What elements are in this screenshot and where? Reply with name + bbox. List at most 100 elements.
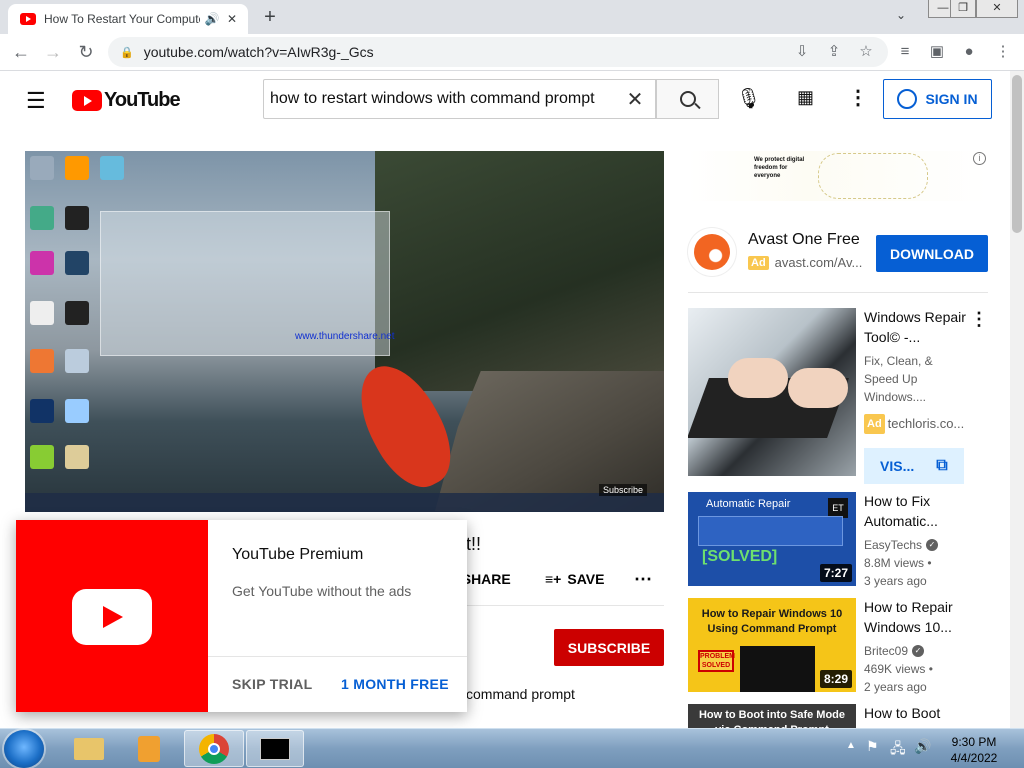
forward-arrow-icon[interactable]: → [41, 40, 65, 64]
premium-description: Get YouTube without the ads [232, 583, 412, 599]
skip-trial-button[interactable]: SKIP TRIAL [232, 676, 313, 692]
profile-icon[interactable]: ● [957, 40, 981, 64]
more-options-icon[interactable]: ⋮ [970, 309, 988, 330]
microphone-icon[interactable]: 🎙 [736, 86, 761, 111]
desktop-chrome-icon [30, 206, 54, 230]
video-thumbnail[interactable] [688, 308, 856, 476]
visit-site-button[interactable]: VIS... ⧉ [864, 448, 964, 484]
month-free-button[interactable]: 1 MONTH FREE [341, 676, 449, 692]
settings-kebab-icon[interactable]: ⋮ [848, 85, 868, 110]
media-queue-icon[interactable]: ≡ [893, 40, 917, 64]
youtube-play-icon [72, 589, 152, 645]
search-input[interactable]: how to restart windows with command prom… [263, 79, 656, 119]
related-video-title[interactable]: How to Boot [864, 703, 974, 723]
related-video-meta: Speed Up [864, 372, 918, 386]
desktop-recycle-bin-icon [30, 156, 54, 180]
related-video-title[interactable]: How to Repair Windows 10... [864, 597, 974, 637]
sign-in-label: SIGN IN [925, 91, 978, 107]
video-player[interactable]: www.thundershare.net Subscribe [25, 151, 664, 512]
desktop-app-icon [65, 251, 89, 275]
desktop-games-icon [30, 445, 54, 469]
chrome-menu-icon[interactable]: ⋮ [991, 40, 1015, 64]
download-button[interactable]: DOWNLOAD [876, 235, 988, 272]
thumbnail-dialog [698, 516, 843, 546]
ad-url-row: Ad avast.com/Av... [748, 255, 862, 270]
browser-tab[interactable]: How To Restart Your Computer Using Comma… [8, 4, 248, 34]
related-video-title[interactable]: Windows Repair Tool© -... [864, 307, 974, 347]
channel-name[interactable]: Britec09 [864, 642, 908, 660]
share-icon[interactable]: ⇪ [822, 40, 846, 64]
new-tab-button[interactable]: + [258, 6, 282, 29]
apps-grid-icon[interactable]: ▦ [797, 87, 814, 108]
back-arrow-icon[interactable]: ← [9, 40, 33, 64]
thumbnail-stamp: [SOLVED] [702, 548, 778, 565]
desktop-firefox-icon [30, 349, 54, 373]
start-button[interactable] [4, 730, 44, 768]
lock-icon: 🔒 [120, 46, 134, 59]
verified-check-icon: ✓ [926, 539, 939, 551]
browser-tab-strip: How To Restart Your Computer Using Comma… [0, 0, 1024, 34]
ad-banner-illustration [818, 153, 928, 199]
video-duration: 7:27 [819, 564, 852, 582]
restore-button[interactable]: ❐ [950, 0, 976, 18]
video-taskbar [25, 493, 664, 512]
volume-icon[interactable]: 🔊 [914, 738, 931, 755]
video-thumbnail[interactable]: How to Repair Windows 10 Using Command P… [688, 598, 856, 692]
more-actions-icon[interactable]: ⋯ [634, 569, 652, 589]
bookmark-star-icon[interactable]: ☆ [854, 40, 878, 64]
video-subscribe-overlay[interactable]: Subscribe [599, 484, 648, 496]
channel-row: Britec09 ✓ [864, 642, 974, 660]
channel-name[interactable]: EasyTechs [864, 536, 922, 554]
save-label: SAVE [567, 571, 605, 587]
tab-search-chevron-icon[interactable]: ⌄ [896, 8, 906, 22]
thumbnail-text: How to Boot into Safe Mode via Command P… [698, 709, 846, 728]
clear-search-icon[interactable]: ✕ [615, 87, 655, 112]
avast-logo-icon [688, 228, 736, 276]
folder-icon [74, 738, 104, 760]
taskbar-explorer-button[interactable] [62, 730, 118, 767]
address-bar[interactable]: 🔒 youtube.com/watch?v=AIwR3g-_Gcs [108, 37, 888, 67]
taskbar-clock[interactable]: 9:30 PM 4/4/2022 [944, 734, 1004, 766]
hand-image [788, 368, 848, 408]
hamburger-menu-icon[interactable]: ☰ [26, 88, 46, 114]
youtube-logo[interactable]: YouTube [72, 89, 181, 112]
close-tab-icon[interactable]: ✕ [224, 12, 240, 26]
video-thumbnail[interactable]: How to Boot into Safe Mode via Command P… [688, 704, 856, 728]
ad-title[interactable]: Avast One Free [748, 231, 860, 249]
youtube-header: ☰ YouTube how to restart windows with co… [0, 71, 1010, 127]
external-link-icon: ⧉ [936, 457, 948, 474]
close-window-button[interactable]: ✕ [976, 0, 1018, 18]
view-count: 8.8M views • [864, 556, 932, 570]
network-icon[interactable]: 🖧 [890, 738, 906, 762]
desktop-app-icon [30, 301, 54, 325]
search-button[interactable] [656, 79, 719, 119]
sign-in-button[interactable]: SIGN IN [883, 79, 992, 119]
taskbar-cmd-button[interactable] [246, 730, 304, 767]
ad-banner[interactable]: We protect digital freedom for everyone [688, 151, 988, 201]
scrollbar-thumb[interactable] [1012, 75, 1022, 233]
ad-url-row: Ad techloris.co... [864, 414, 974, 434]
video-thumbnail[interactable]: Automatic Repair ET [SOLVED] 7:27 [688, 492, 856, 586]
reload-icon[interactable]: ↻ [74, 40, 98, 64]
save-button[interactable]: ≡+ SAVE [545, 569, 604, 589]
taskbar-media-button[interactable] [122, 730, 178, 767]
related-video-meta: Windows.... [864, 390, 927, 404]
search-icon [679, 91, 696, 107]
tray-show-hidden-icon[interactable]: ▲ [846, 740, 856, 751]
action-center-flag-icon[interactable]: ⚑ [866, 738, 879, 755]
subscribe-button[interactable]: SUBSCRIBE [554, 629, 664, 666]
clock-time: 9:30 PM [951, 735, 997, 749]
ad-info-icon[interactable]: i [973, 152, 986, 165]
ad-channel: techloris.co... [887, 416, 965, 431]
taskbar-chrome-button[interactable] [184, 730, 244, 767]
side-panel-icon[interactable]: ▣ [925, 40, 949, 64]
share-label: SHARE [461, 571, 511, 587]
visit-label: VIS... [880, 458, 915, 474]
speaker-icon[interactable]: 🔊 [204, 12, 220, 26]
laptop-image [740, 646, 815, 692]
youtube-favicon-icon [20, 13, 36, 25]
related-video-title[interactable]: How to Fix Automatic... [864, 491, 974, 531]
install-icon[interactable]: ⇩ [790, 40, 814, 64]
chrome-icon [199, 734, 229, 764]
desktop-app-icon [30, 251, 54, 275]
